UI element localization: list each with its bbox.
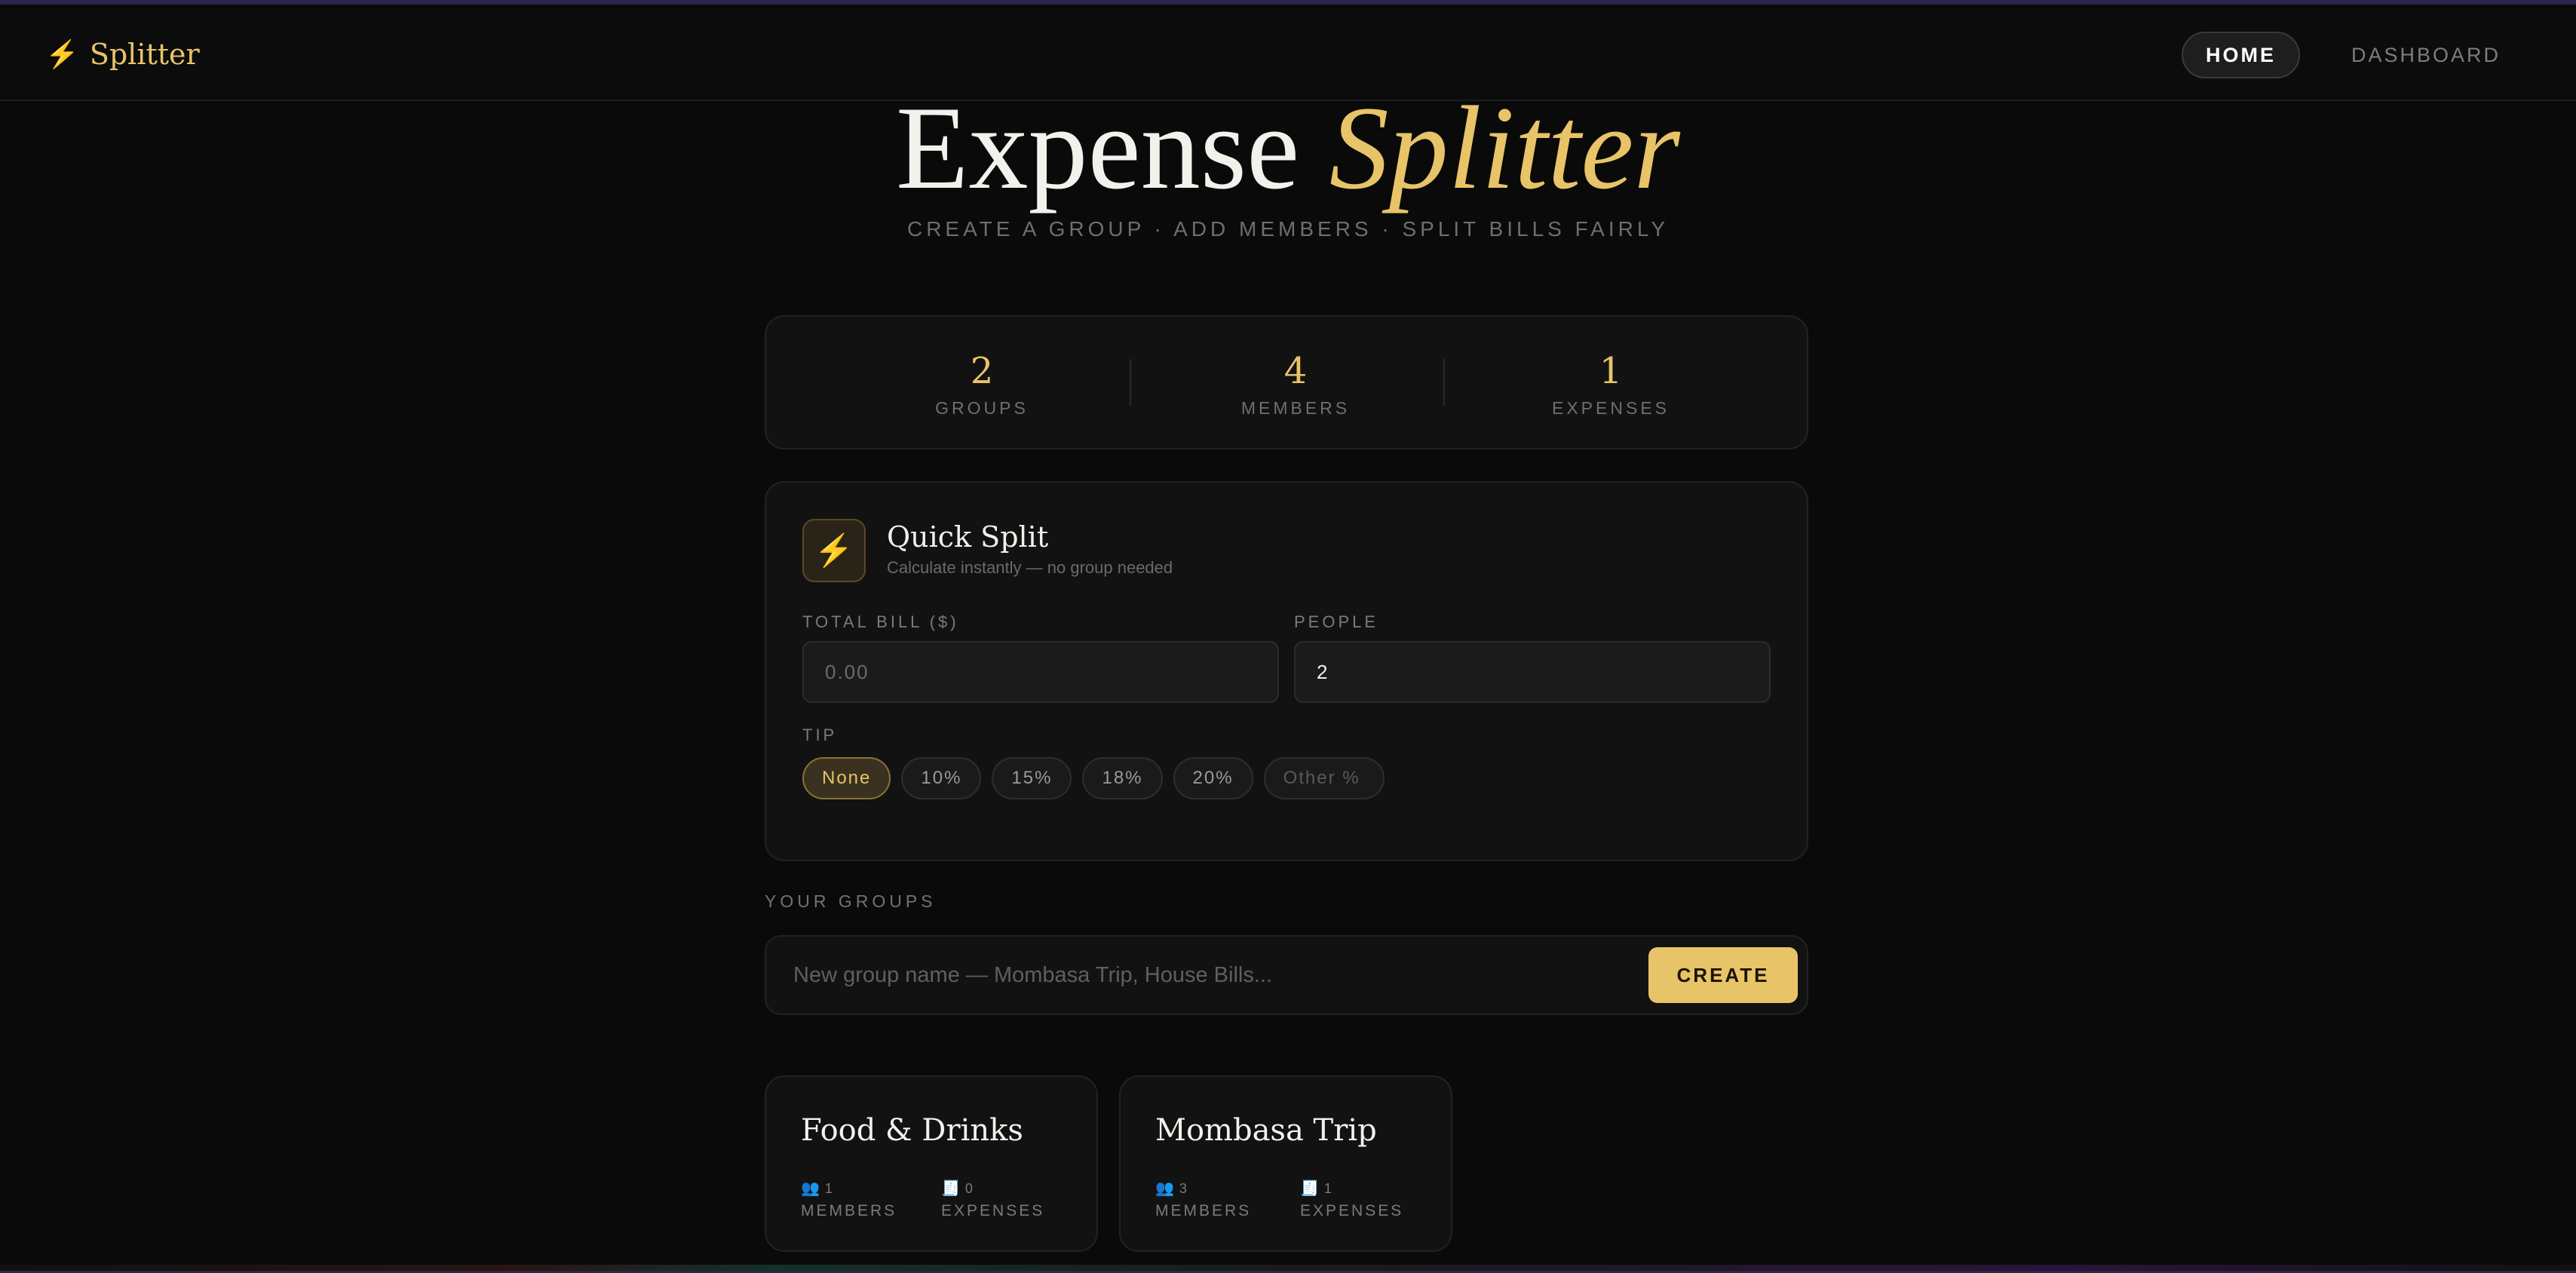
bottom-edge-glow: [0, 1265, 2576, 1271]
group-expenses-count: 0: [964, 1181, 975, 1197]
stat-expenses: 1 EXPENSES: [1452, 353, 1769, 419]
stat-groups-label: GROUPS: [935, 398, 1029, 418]
create-group-bar: New group name — Mombasa Trip, House Bil…: [765, 935, 1808, 1015]
stat-expenses-label: EXPENSES: [1552, 398, 1670, 418]
stat-members-value: 4: [1283, 350, 1308, 392]
group-name: Food & Drinks: [801, 1113, 1023, 1148]
page-title-accent: Splitter: [1329, 82, 1680, 214]
group-members-count: 3: [1179, 1181, 1189, 1197]
group-members: 👥 3 MEMBERS: [1155, 1178, 1251, 1222]
your-groups-heading: YOUR GROUPS: [765, 891, 937, 911]
group-expenses-count: 1: [1323, 1181, 1334, 1197]
group-members: 👥 1 MEMBERS: [801, 1178, 897, 1222]
page-subtitle: CREATE A GROUP · ADD MEMBERS · SPLIT BIL…: [906, 217, 1670, 241]
group-expenses: 🧾 0 EXPENSES: [941, 1178, 1044, 1222]
lightning-bolt-icon: ⚡: [802, 519, 866, 582]
group-name: Mombasa Trip: [1155, 1113, 1377, 1148]
members-icon: 👥: [801, 1180, 822, 1197]
tip-10-button[interactable]: 10%: [901, 757, 982, 799]
group-expenses-label: EXPENSES: [1300, 1202, 1404, 1219]
group-expenses-label: EXPENSES: [941, 1202, 1045, 1219]
stat-divider: [1130, 359, 1131, 406]
tip-20-button[interactable]: 20%: [1173, 757, 1253, 799]
tip-options: None 10% 15% 18% 20% Other %: [802, 757, 1385, 799]
stat-members-label: MEMBERS: [1240, 398, 1351, 418]
page-title-main: Expense: [896, 82, 1300, 214]
stat-members: 4 MEMBERS: [1137, 353, 1454, 419]
group-card[interactable]: Food & Drinks 👥 1 MEMBERS 🧾 0 EXPENSES: [765, 1075, 1098, 1252]
members-icon: 👥: [1155, 1180, 1176, 1197]
stats-card: 2 GROUPS 4 MEMBERS 1 EXPENSES: [765, 315, 1808, 449]
app-frame: ⚡ Splitter HOME DASHBOARD Expense Splitt…: [0, 0, 2576, 1273]
tip-other-input[interactable]: Other %: [1263, 757, 1385, 799]
people-input[interactable]: 2: [1294, 641, 1771, 703]
page-title: Expense Splitter: [0, 80, 2576, 217]
lightning-bolt-icon: ⚡: [45, 39, 79, 70]
tip-label: TIP: [802, 725, 838, 744]
group-expenses: 🧾 1 EXPENSES: [1300, 1178, 1403, 1222]
brand-logo[interactable]: ⚡ Splitter: [45, 38, 200, 71]
group-members-label: MEMBERS: [1155, 1202, 1252, 1219]
brand-name: Splitter: [89, 38, 200, 71]
quick-split-subtitle: Calculate instantly — no group needed: [887, 558, 1173, 577]
create-group-button[interactable]: CREATE: [1648, 947, 1798, 1003]
total-bill-input[interactable]: 0.00: [802, 641, 1279, 703]
tip-15-button[interactable]: 15%: [992, 757, 1072, 799]
tip-none-button[interactable]: None: [802, 757, 891, 799]
people-label: PEOPLE: [1294, 612, 1379, 631]
stat-expenses-value: 1: [1599, 350, 1623, 392]
stat-groups: 2 GROUPS: [823, 353, 1140, 419]
group-members-count: 1: [824, 1181, 835, 1197]
total-bill-label: TOTAL BILL ($): [802, 612, 959, 631]
group-name-input[interactable]: New group name — Mombasa Trip, House Bil…: [793, 937, 1272, 1014]
tip-18-button[interactable]: 18%: [1082, 757, 1163, 799]
nav-dashboard-link[interactable]: DASHBOARD: [2329, 32, 2523, 78]
nav-home-link[interactable]: HOME: [2181, 32, 2300, 78]
receipt-icon: 🧾: [941, 1180, 962, 1197]
group-members-label: MEMBERS: [801, 1202, 897, 1219]
receipt-icon: 🧾: [1300, 1180, 1321, 1197]
nav-links: HOME DASHBOARD: [2181, 32, 2523, 78]
group-card[interactable]: Mombasa Trip 👥 3 MEMBERS 🧾 1 EXPENSES: [1119, 1075, 1452, 1252]
stat-groups-value: 2: [970, 350, 994, 392]
quick-split-card: ⚡ Quick Split Calculate instantly — no g…: [765, 481, 1808, 861]
quick-split-title: Quick Split: [887, 520, 1049, 554]
stat-divider: [1443, 359, 1445, 406]
